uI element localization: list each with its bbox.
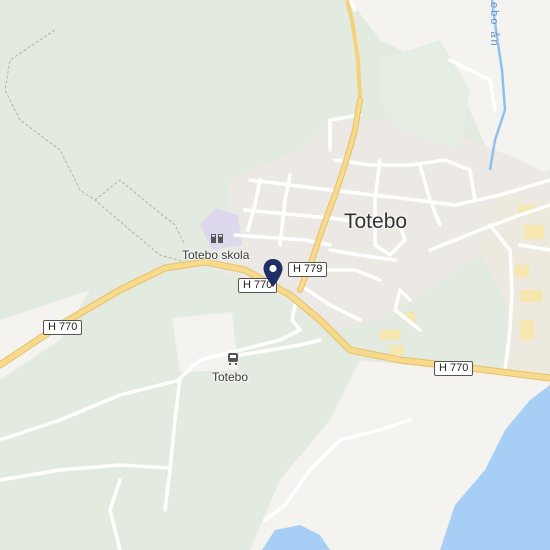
school-label[interactable]: Totebo skola — [182, 248, 249, 262]
map-view[interactable]: ebo ån Totebo Totebo skola Totebo H 770 … — [0, 0, 550, 550]
location-pin-icon[interactable] — [262, 258, 284, 288]
town-label[interactable]: Totebo — [344, 210, 407, 234]
river-label: ebo ån — [488, 2, 500, 48]
train-station-icon[interactable] — [225, 351, 241, 367]
school-icon[interactable] — [208, 229, 226, 247]
station-label[interactable]: Totebo — [212, 370, 248, 384]
road-shield-h779: H 779 — [288, 262, 328, 277]
road-shield-h770: H 770 — [434, 361, 474, 376]
road-shield-h770: H 770 — [43, 320, 83, 335]
